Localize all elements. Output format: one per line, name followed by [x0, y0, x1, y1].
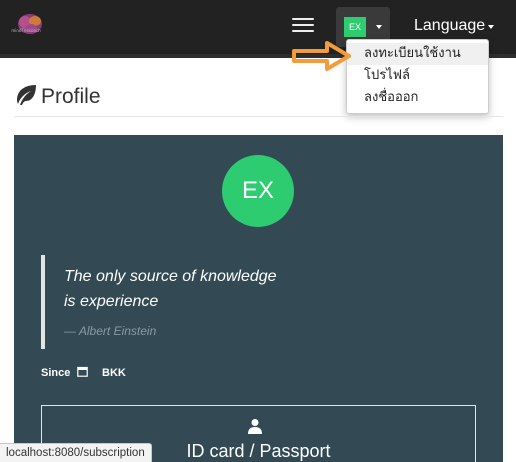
caret-down-icon: [376, 25, 382, 29]
quote-text: The only source of knowledge is experien…: [64, 264, 341, 314]
quote-line-1: The only source of knowledge: [64, 268, 277, 285]
hamburger-menu-icon[interactable]: [292, 18, 314, 34]
person-icon: [248, 419, 262, 434]
browser-status-bar: localhost:8080/subscription: [0, 443, 152, 462]
brand-logo-text: mindThecoach: [11, 28, 41, 33]
user-avatar: EX: [344, 17, 366, 37]
menu-item-register[interactable]: ลงทะเบียนใช้งาน: [347, 43, 488, 65]
language-caret-icon: [488, 25, 494, 29]
brain-logo-icon: [18, 14, 42, 34]
since-value: BKK: [102, 367, 126, 379]
title-divider: [14, 116, 503, 117]
user-dropdown-menu: ลงทะเบียนใช้งาน โปรไฟล์ ลงชื่อออก: [346, 39, 489, 114]
orange-arrow-icon: [292, 41, 351, 71]
page-title: Profile: [41, 85, 101, 108]
menu-item-profile[interactable]: โปรไฟล์: [347, 65, 488, 87]
since-label: Since: [41, 367, 71, 379]
profile-quote: The only source of knowledge is experien…: [41, 255, 341, 349]
leaf-icon: [17, 85, 36, 105]
profile-card: EX The only source of knowledge is exper…: [14, 135, 503, 462]
language-menu[interactable]: Language: [414, 17, 485, 35]
quote-line-2: is experience: [64, 293, 159, 310]
calendar-icon: [77, 366, 88, 377]
quote-author: — Albert Einstein: [64, 324, 157, 338]
menu-item-logout[interactable]: ลงชื่อออก: [347, 87, 488, 109]
profile-avatar: EX: [222, 155, 294, 227]
